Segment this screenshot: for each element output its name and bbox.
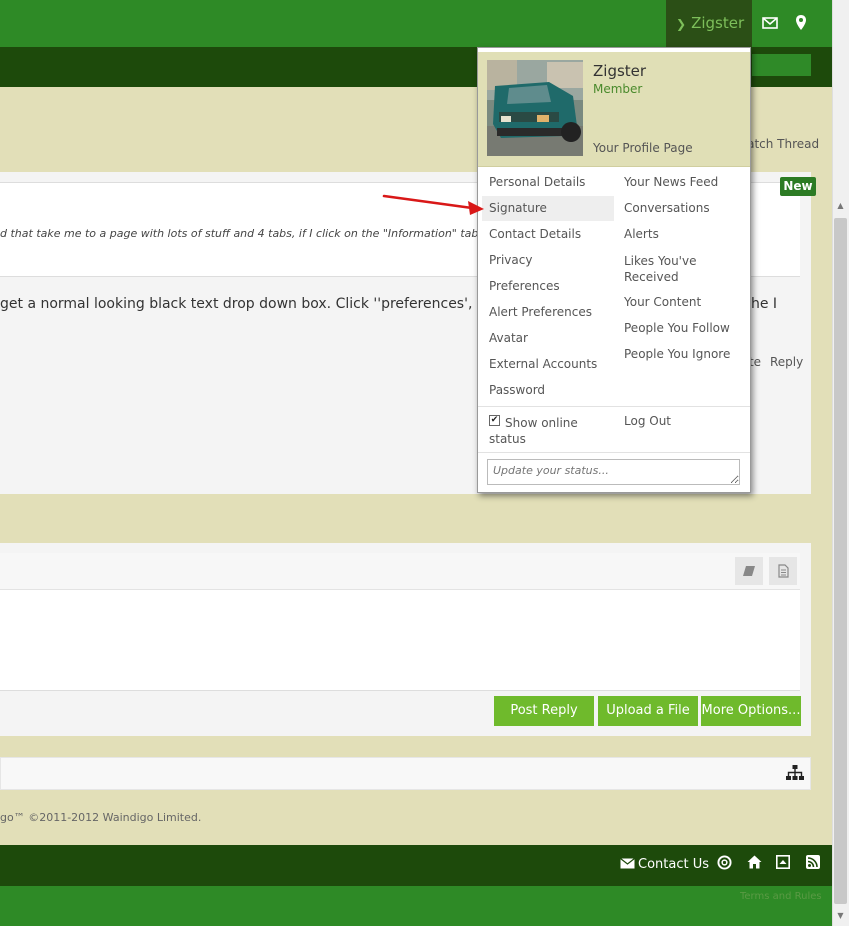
chevron-down-icon: ❯ [676, 17, 687, 31]
show-online-status-label: Show online status [489, 416, 578, 446]
menu-signature[interactable]: Signature [489, 201, 547, 215]
log-out-link[interactable]: Log Out [624, 414, 671, 428]
red-annotation-arrow-icon [382, 194, 484, 215]
menu-external-accounts[interactable]: External Accounts [489, 357, 597, 371]
menu-personal-details[interactable]: Personal Details [489, 175, 585, 189]
user-menu-tab[interactable]: ❯ Zigster [666, 0, 752, 47]
menu-contact-details[interactable]: Contact Details [489, 227, 581, 241]
reply-link[interactable]: Reply [770, 355, 803, 369]
home-icon[interactable] [745, 855, 763, 873]
status-update-input[interactable] [487, 459, 740, 485]
menu-alerts[interactable]: Alerts [624, 227, 659, 241]
menu-your-content[interactable]: Your Content [624, 295, 701, 309]
scrollbar-thumb[interactable] [834, 218, 847, 904]
your-profile-page-link[interactable]: Your Profile Page [593, 141, 693, 155]
post-message-text: get a normal looking black text drop dow… [0, 296, 483, 312]
help-lifebuoy-icon[interactable] [715, 855, 733, 873]
user-role-label: Member [593, 82, 643, 96]
map-pin-icon[interactable] [790, 12, 812, 34]
upload-file-button[interactable]: Upload a File [598, 696, 698, 726]
post-message-text-end: he I [751, 296, 778, 312]
bottom-footer-bar [0, 886, 832, 926]
breadcrumb-bar [0, 757, 811, 790]
menu-likes-received[interactable]: Likes You've Received [624, 253, 734, 285]
scroll-to-top-icon[interactable] [774, 855, 792, 873]
menu-people-you-ignore[interactable]: People You Ignore [624, 347, 730, 361]
menu-privacy[interactable]: Privacy [489, 253, 532, 267]
eraser-icon[interactable] [735, 557, 763, 585]
contact-us-label: Contact Us [638, 857, 709, 872]
scroll-up-arrow-icon[interactable]: ▲ [834, 198, 847, 214]
menu-preferences[interactable]: Preferences [489, 279, 560, 293]
sitemap-icon[interactable] [786, 765, 804, 781]
search-bar[interactable] [752, 54, 811, 76]
username-label: Zigster [691, 14, 745, 32]
post-reply-button[interactable]: Post Reply [494, 696, 594, 726]
editor-toolbar [0, 553, 800, 590]
envelope-icon[interactable] [759, 12, 781, 34]
dropdown-username[interactable]: Zigster [593, 62, 646, 80]
new-badge: New [780, 177, 816, 196]
dropdown-divider [478, 406, 750, 407]
menu-conversations[interactable]: Conversations [624, 201, 710, 215]
quote-text: d that take me to a page with lots of st… [0, 227, 479, 240]
menu-avatar[interactable]: Avatar [489, 331, 528, 345]
copyright-text: go™ ©2011-2012 Waindigo Limited. [0, 811, 202, 824]
menu-alert-preferences[interactable]: Alert Preferences [489, 305, 592, 319]
menu-news-feed[interactable]: Your News Feed [624, 175, 718, 189]
scroll-down-arrow-icon[interactable]: ▼ [834, 908, 847, 924]
avatar[interactable] [487, 60, 583, 156]
rss-feed-icon[interactable] [804, 855, 822, 873]
menu-people-you-follow[interactable]: People You Follow [624, 321, 730, 335]
contact-us-link[interactable]: Contact Us [620, 857, 709, 872]
menu-password[interactable]: Password [489, 383, 545, 397]
terms-and-rules-link[interactable]: Terms and Rules [740, 891, 822, 902]
more-options-button[interactable]: More Options... [701, 696, 801, 726]
document-icon[interactable] [769, 557, 797, 585]
dropdown-divider-2 [478, 452, 750, 453]
